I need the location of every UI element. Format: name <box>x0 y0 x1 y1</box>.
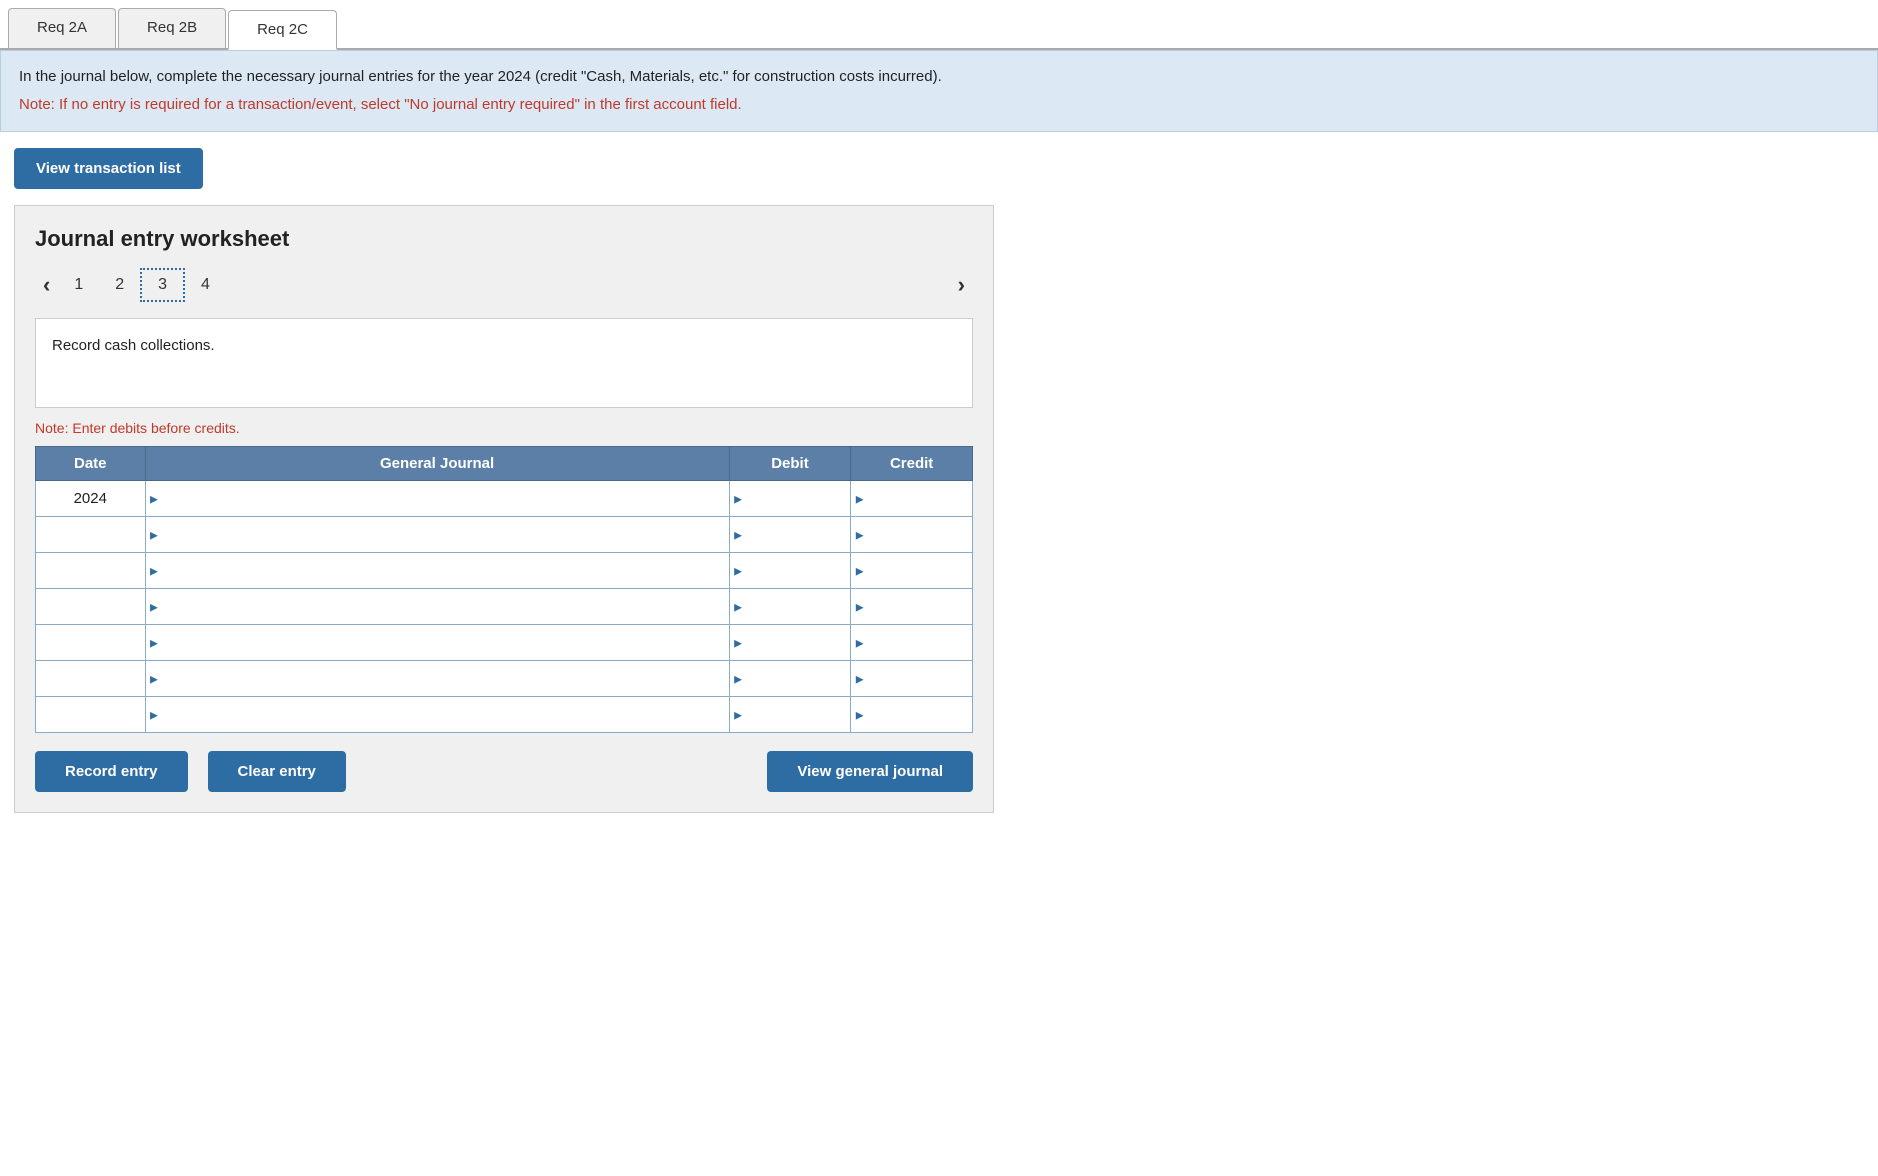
credit-cell-5[interactable]: ► <box>851 625 973 661</box>
col-header-date: Date <box>36 447 146 481</box>
view-transaction-list-button[interactable]: View transaction list <box>14 148 203 189</box>
credit-cell-7[interactable]: ► <box>851 697 973 733</box>
debit-input-4[interactable] <box>730 589 851 624</box>
debit-input-7[interactable] <box>730 697 851 732</box>
credit-cell-6[interactable]: ► <box>851 661 973 697</box>
table-row: 2024 ► ► ► <box>36 481 973 517</box>
instruction-main-text: In the journal below, complete the neces… <box>19 68 942 85</box>
debit-cell-7[interactable]: ► <box>729 697 851 733</box>
date-cell-1: 2024 <box>36 481 146 517</box>
step-2-button[interactable]: 2 <box>99 270 140 300</box>
gj-input-2[interactable] <box>146 517 729 552</box>
gj-input-1[interactable] <box>146 481 729 516</box>
record-entry-button[interactable]: Record entry <box>35 751 188 792</box>
credit-input-3[interactable] <box>851 553 972 588</box>
gj-input-4[interactable] <box>146 589 729 624</box>
table-row: ► ► ► <box>36 697 973 733</box>
instruction-note-text: Note: If no entry is required for a tran… <box>19 93 1859 117</box>
credit-input-1[interactable] <box>851 481 972 516</box>
credit-input-7[interactable] <box>851 697 972 732</box>
date-cell-2 <box>36 517 146 553</box>
debit-input-1[interactable] <box>730 481 851 516</box>
journal-table: Date General Journal Debit Credit 2024 ►… <box>35 446 973 733</box>
date-cell-3 <box>36 553 146 589</box>
gj-input-5[interactable] <box>146 625 729 660</box>
gj-input-6[interactable] <box>146 661 729 696</box>
col-header-credit: Credit <box>851 447 973 481</box>
credit-input-5[interactable] <box>851 625 972 660</box>
credit-cell-4[interactable]: ► <box>851 589 973 625</box>
debit-input-6[interactable] <box>730 661 851 696</box>
gj-input-7[interactable] <box>146 697 729 732</box>
clear-entry-button[interactable]: Clear entry <box>208 751 346 792</box>
credit-input-6[interactable] <box>851 661 972 696</box>
table-row: ► ► ► <box>36 625 973 661</box>
credit-cell-1[interactable]: ► <box>851 481 973 517</box>
gj-cell-7[interactable]: ► <box>145 697 729 733</box>
instruction-box: In the journal below, complete the neces… <box>0 50 1878 132</box>
table-row: ► ► ► <box>36 589 973 625</box>
gj-cell-4[interactable]: ► <box>145 589 729 625</box>
tab-req2c[interactable]: Req 2C <box>228 10 337 50</box>
table-row: ► ► ► <box>36 661 973 697</box>
tabs-container: Req 2A Req 2B Req 2C <box>0 0 1878 50</box>
credit-cell-2[interactable]: ► <box>851 517 973 553</box>
view-general-journal-button[interactable]: View general journal <box>767 751 973 792</box>
table-row: ► ► ► <box>36 517 973 553</box>
debit-input-3[interactable] <box>730 553 851 588</box>
date-cell-6 <box>36 661 146 697</box>
worksheet-title: Journal entry worksheet <box>35 226 973 252</box>
gj-cell-6[interactable]: ► <box>145 661 729 697</box>
debit-input-2[interactable] <box>730 517 851 552</box>
step-3-button[interactable]: 3 <box>140 268 185 302</box>
gj-input-3[interactable] <box>146 553 729 588</box>
table-row: ► ► ► <box>36 553 973 589</box>
debit-cell-2[interactable]: ► <box>729 517 851 553</box>
col-header-debit: Debit <box>729 447 851 481</box>
step-1-button[interactable]: 1 <box>58 270 99 300</box>
tab-req2b[interactable]: Req 2B <box>118 8 226 48</box>
debit-cell-1[interactable]: ► <box>729 481 851 517</box>
debit-cell-5[interactable]: ► <box>729 625 851 661</box>
credit-cell-3[interactable]: ► <box>851 553 973 589</box>
next-step-button[interactable]: › <box>950 268 973 302</box>
tab-req2a[interactable]: Req 2A <box>8 8 116 48</box>
gj-cell-2[interactable]: ► <box>145 517 729 553</box>
date-cell-7 <box>36 697 146 733</box>
debit-cell-6[interactable]: ► <box>729 661 851 697</box>
debit-input-5[interactable] <box>730 625 851 660</box>
record-description-text: Record cash collections. <box>52 337 215 354</box>
gj-cell-1[interactable]: ► <box>145 481 729 517</box>
journal-entry-worksheet: Journal entry worksheet ‹ 1 2 3 4 › Reco… <box>14 205 994 813</box>
date-value-1: 2024 <box>74 490 107 507</box>
gj-cell-5[interactable]: ► <box>145 625 729 661</box>
gj-cell-3[interactable]: ► <box>145 553 729 589</box>
col-header-general-journal: General Journal <box>145 447 729 481</box>
date-cell-4 <box>36 589 146 625</box>
bottom-buttons: Record entry Clear entry View general jo… <box>35 751 973 792</box>
step-4-button[interactable]: 4 <box>185 270 226 300</box>
debit-cell-3[interactable]: ► <box>729 553 851 589</box>
debit-cell-4[interactable]: ► <box>729 589 851 625</box>
record-description: Record cash collections. <box>35 318 973 408</box>
step-navigation: ‹ 1 2 3 4 › <box>35 268 973 302</box>
credit-input-2[interactable] <box>851 517 972 552</box>
prev-step-button[interactable]: ‹ <box>35 268 58 302</box>
note-debits-text: Note: Enter debits before credits. <box>35 420 973 436</box>
date-cell-5 <box>36 625 146 661</box>
credit-input-4[interactable] <box>851 589 972 624</box>
